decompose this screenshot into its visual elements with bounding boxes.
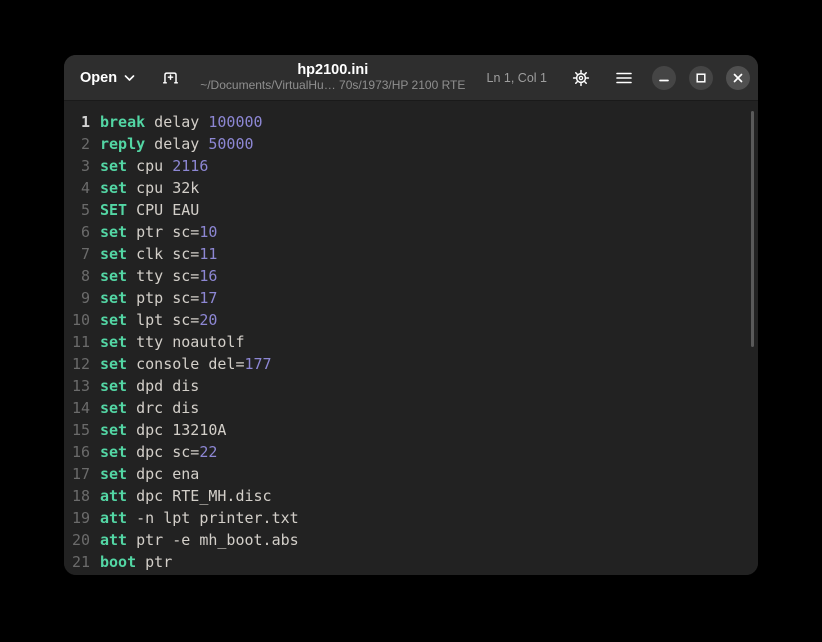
headerbar-right-group: Ln 1, Col 1 [481,63,750,93]
desktop-background: Open hp2100.ini [0,0,822,642]
line-number: 13 [64,375,90,397]
code-line[interactable]: 4 set cpu 32k [64,177,758,199]
code-line[interactable]: 9 set ptp sc=17 [64,287,758,309]
headerbar: Open hp2100.ini [64,55,758,101]
gear-icon [572,69,590,87]
line-number: 8 [64,265,90,287]
code-line[interactable]: 20 att ptr -e mh_boot.abs [64,529,758,551]
code-text: SET CPU EAU [100,199,199,221]
code-line[interactable]: 5 SET CPU EAU [64,199,758,221]
code-line[interactable]: 14 set drc dis [64,397,758,419]
line-number: 6 [64,221,90,243]
code-line[interactable]: 3 set cpu 2116 [64,155,758,177]
code-line[interactable]: 8 set tty sc=16 [64,265,758,287]
maximize-icon [696,73,706,83]
code-line[interactable]: 19 att -n lpt printer.txt [64,507,758,529]
code-text: set ptp sc=17 [100,287,217,309]
code-text: break delay 100000 [100,111,263,133]
code-text: set clk sc=11 [100,243,217,265]
line-number: 2 [64,133,90,155]
code-line[interactable]: 11 set tty noautolf [64,331,758,353]
line-number: 11 [64,331,90,353]
code-text: set tty sc=16 [100,265,217,287]
document-title: hp2100.ini [185,62,480,79]
minimize-icon [659,73,669,83]
code-line[interactable]: 21 boot ptr [64,551,758,573]
code-line[interactable]: 13 set dpd dis [64,375,758,397]
line-number: 20 [64,529,90,551]
text-editor-window: Open hp2100.ini [64,55,758,575]
new-tab-icon [162,69,179,86]
code-text: set lpt sc=20 [100,309,217,331]
close-icon [733,73,743,83]
window-title-block: hp2100.ini ~/Documents/VirtualHu… 70s/19… [185,62,480,93]
line-number: 15 [64,419,90,441]
code-text: set dpc sc=22 [100,441,217,463]
code-text: att ptr -e mh_boot.abs [100,529,299,551]
close-button[interactable] [726,66,750,90]
code-text: att -n lpt printer.txt [100,507,299,529]
settings-button[interactable] [566,63,596,93]
line-number: 19 [64,507,90,529]
code-text: set ptr sc=10 [100,221,217,243]
code-text: set tty noautolf [100,331,245,353]
line-number: 1 [64,111,90,133]
line-number: 7 [64,243,90,265]
code-text: set cpu 32k [100,177,199,199]
code-text: set dpd dis [100,375,199,397]
code-line[interactable]: 2 reply delay 50000 [64,133,758,155]
code-line[interactable]: 17 set dpc ena [64,463,758,485]
line-number: 21 [64,551,90,573]
open-button-label: Open [80,70,117,86]
code-line[interactable]: 18 att dpc RTE_MH.disc [64,485,758,507]
headerbar-left-group: Open [72,63,185,93]
open-button[interactable]: Open [72,65,143,91]
code-text: set cpu 2116 [100,155,208,177]
code-line[interactable]: 10 set lpt sc=20 [64,309,758,331]
line-number: 16 [64,441,90,463]
line-number: 9 [64,287,90,309]
line-number: 3 [64,155,90,177]
document-path: ~/Documents/VirtualHu… 70s/1973/HP 2100 … [185,79,480,93]
chevron-down-icon [124,74,135,82]
code-line[interactable]: 15 set dpc 13210A [64,419,758,441]
code-text: reply delay 50000 [100,133,254,155]
code-text: boot ptr [100,551,172,573]
code-lines: 1 break delay 100000 2 reply delay 50000 3 se… [64,111,758,573]
cursor-position-indicator[interactable]: Ln 1, Col 1 [481,67,553,89]
line-number: 4 [64,177,90,199]
code-text: set drc dis [100,397,199,419]
code-text: set dpc ena [100,463,199,485]
line-number: 18 [64,485,90,507]
minimize-button[interactable] [652,66,676,90]
line-number: 14 [64,397,90,419]
code-line[interactable]: 7 set clk sc=11 [64,243,758,265]
line-number: 12 [64,353,90,375]
code-text: att dpc RTE_MH.disc [100,485,272,507]
code-line[interactable]: 12 set console del=177 [64,353,758,375]
editor-area[interactable]: 1 break delay 100000 2 reply delay 50000 3 se… [64,101,758,575]
menu-button[interactable] [609,63,639,93]
code-line[interactable]: 16 set dpc sc=22 [64,441,758,463]
menu-icon [616,72,632,84]
maximize-button[interactable] [689,66,713,90]
vertical-scrollbar[interactable] [751,111,754,347]
line-number: 5 [64,199,90,221]
line-number: 17 [64,463,90,485]
code-line[interactable]: 6 set ptr sc=10 [64,221,758,243]
new-tab-button[interactable] [155,63,185,93]
line-number: 10 [64,309,90,331]
code-line[interactable]: 1 break delay 100000 [64,111,758,133]
code-text: set dpc 13210A [100,419,226,441]
code-text: set console del=177 [100,353,272,375]
